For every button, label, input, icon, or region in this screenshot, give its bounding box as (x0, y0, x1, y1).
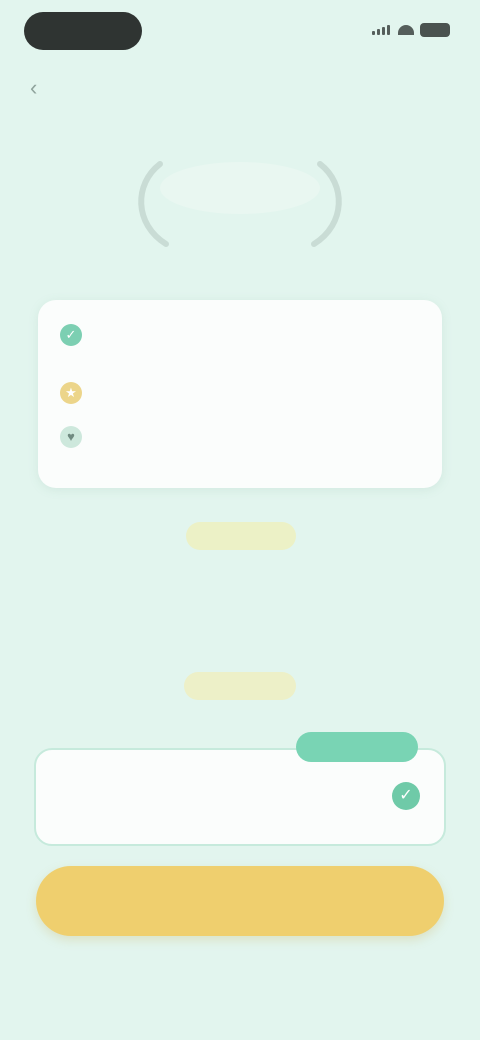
logo-subtitle (190, 214, 290, 242)
chevron-left-icon: ‹ (30, 75, 38, 100)
plan-badge (296, 732, 418, 762)
signal-icon (372, 25, 392, 35)
offer-tag (186, 522, 296, 550)
status-icons (372, 20, 450, 40)
back-button[interactable]: ‹ (30, 72, 62, 104)
features-card: ✓ ★ ♥ (38, 300, 442, 488)
logo-title (150, 160, 330, 196)
subscribe-button[interactable] (36, 866, 444, 936)
check-circle-icon: ✓ (392, 782, 420, 810)
heart-icon: ♥ (60, 426, 82, 448)
battery-icon (420, 23, 450, 37)
check-icon: ✓ (60, 324, 82, 346)
feature-item: ★ (60, 382, 420, 404)
plan-note (60, 802, 180, 820)
offer-heading (130, 556, 350, 584)
star-icon: ★ (60, 382, 82, 404)
status-time (24, 12, 142, 50)
restore-purchases-link[interactable] (180, 954, 300, 976)
offer-description (56, 594, 424, 652)
wifi-icon (398, 25, 414, 35)
plan-price (286, 784, 386, 806)
plan-name (60, 776, 180, 798)
feature-item: ✓ (60, 324, 420, 346)
offer-tag-secondary (184, 672, 296, 700)
feature-item: ♥ (60, 426, 420, 448)
